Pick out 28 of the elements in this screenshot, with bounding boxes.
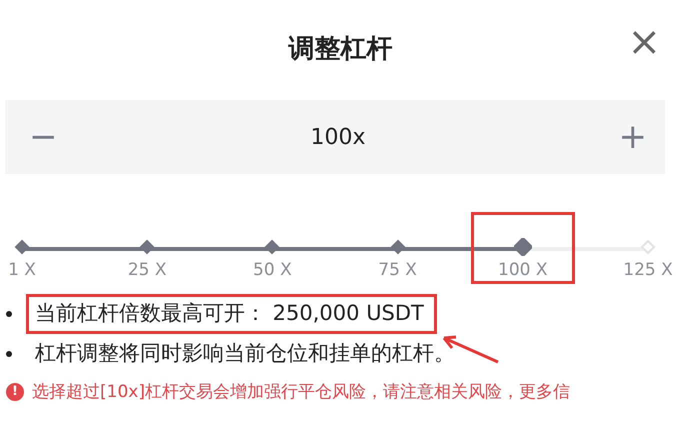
slider-stop[interactable]: 75 X — [346, 212, 450, 284]
leverage-value: 100x — [310, 124, 366, 150]
tick-label: 100 X — [498, 260, 548, 280]
diamond-icon[interactable] — [388, 238, 407, 256]
diamond-icon[interactable] — [514, 238, 532, 256]
warning-text: 选择超过[10x]杠杆交易会增加强行平仓风险，请注意相关风险，更多信 — [32, 381, 570, 403]
diamond-icon[interactable] — [263, 238, 282, 256]
slider-stop[interactable]: 125 X — [596, 212, 681, 284]
arrow — [440, 334, 500, 364]
slider-stop[interactable]: 1 X — [0, 212, 74, 284]
bullet-icon — [6, 311, 12, 317]
tick-label: 75 X — [378, 260, 417, 280]
increase-button[interactable]: + — [614, 117, 651, 157]
slider-stop[interactable]: 25 X — [95, 212, 200, 284]
warning-icon: ! — [6, 382, 24, 400]
close-button[interactable]: × — [623, 22, 665, 62]
tick-label: 50 X — [253, 260, 292, 280]
diamond-icon[interactable] — [138, 238, 156, 256]
dialog-title: 调整杠杆 — [288, 32, 392, 66]
info-text: 当前杠杆倍数最高可开： 250,000 USDT — [26, 294, 437, 334]
bullet-icon — [6, 351, 12, 357]
tick-label: 125 X — [623, 260, 673, 280]
slider-stop[interactable]: 50 X — [220, 212, 324, 284]
diamond-icon[interactable] — [13, 238, 31, 256]
info-text: 杠杆调整将同时影响当前仓位和挂单的杠杆。 — [34, 340, 456, 367]
tick-label: 25 X — [128, 260, 167, 280]
tick-label: 1 X — [8, 260, 36, 280]
decrease-button[interactable]: − — [25, 117, 62, 157]
